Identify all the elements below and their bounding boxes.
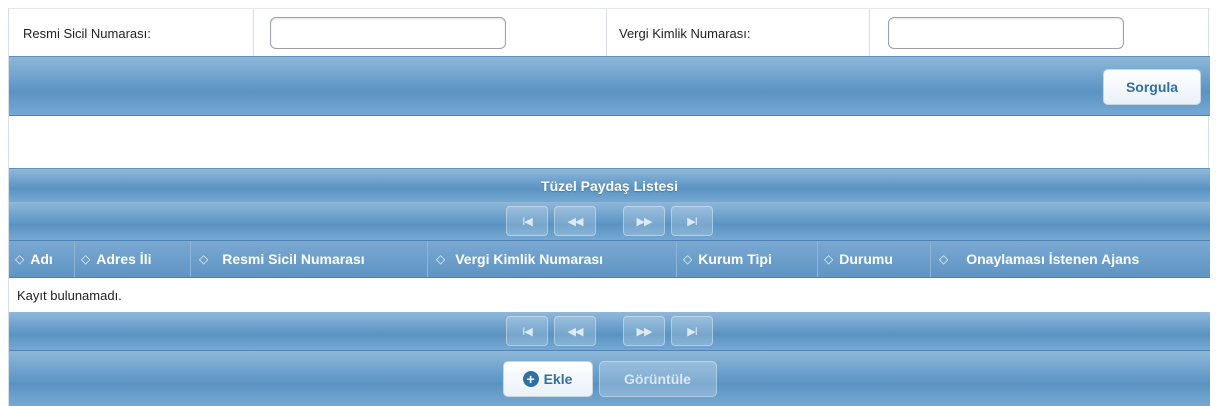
sicil-number-input[interactable]	[270, 17, 506, 49]
list-title: Tüzel Paydaş Listesi	[9, 168, 1210, 202]
table-header: ◇ Adı ◇ Adres İli ◇ Resmi Sicil Numarası…	[9, 240, 1210, 278]
column-header-vergi[interactable]: ◇ Vergi Kimlik Numarası	[428, 241, 677, 277]
add-button[interactable]: + Ekle	[502, 360, 593, 397]
query-toolbar: Sorgula	[9, 56, 1210, 116]
sorgula-button[interactable]: Sorgula	[1103, 69, 1201, 105]
column-header-durumu[interactable]: ◇ Durumu	[818, 241, 931, 277]
column-label: Durumu	[839, 251, 893, 267]
tax-number-input[interactable]	[888, 17, 1124, 49]
tax-number-label: Vergi Kimlik Numarası:	[607, 9, 870, 57]
empty-message: Kayıt bulunamadı.	[9, 278, 1210, 312]
column-label: Onaylaması İstenen Ajans	[966, 251, 1140, 267]
sicil-number-cell	[254, 9, 607, 57]
sort-icon: ◇	[824, 252, 834, 266]
pager-bottom: I◀ ◀◀ ▶▶ ▶I	[9, 312, 1210, 350]
plus-circle-icon: +	[522, 370, 539, 387]
sort-icon: ◇	[683, 252, 693, 266]
prev-page-button[interactable]: ◀◀	[554, 316, 596, 346]
next-page-button[interactable]: ▶▶	[623, 206, 665, 236]
column-label: Adı	[30, 251, 53, 267]
view-button[interactable]: Görüntüle	[598, 360, 717, 397]
sort-icon: ◇	[15, 252, 25, 266]
column-header-ajans[interactable]: ◇ Onaylaması İstenen Ajans	[931, 241, 1210, 277]
tuzel-paydas-panel: Resmi Sicil Numarası: Vergi Kimlik Numar…	[8, 8, 1210, 406]
sort-icon: ◇	[199, 252, 209, 266]
sort-icon: ◇	[81, 252, 91, 266]
column-label: Adres İli	[96, 251, 152, 267]
tax-number-cell	[870, 9, 1210, 57]
sort-icon: ◇	[436, 252, 446, 266]
search-form-row: Resmi Sicil Numarası: Vergi Kimlik Numar…	[9, 8, 1210, 57]
sort-icon: ◇	[939, 252, 949, 266]
last-page-button[interactable]: ▶I	[671, 206, 713, 236]
first-page-button[interactable]: I◀	[506, 206, 548, 236]
last-page-button[interactable]: ▶I	[671, 316, 713, 346]
action-toolbar: + Ekle Görüntüle	[9, 350, 1210, 406]
column-label: Kurum Tipi	[698, 251, 772, 267]
pager-top: I◀ ◀◀ ▶▶ ▶I	[9, 202, 1210, 240]
column-header-sicil[interactable]: ◇ Resmi Sicil Numarası	[191, 241, 428, 277]
column-label: Vergi Kimlik Numarası	[455, 251, 604, 267]
column-header-adi[interactable]: ◇ Adı	[9, 241, 75, 277]
column-label: Resmi Sicil Numarası	[222, 251, 365, 267]
column-header-adres-ili[interactable]: ◇ Adres İli	[75, 241, 191, 277]
add-button-label: Ekle	[543, 370, 573, 387]
prev-page-button[interactable]: ◀◀	[554, 206, 596, 236]
sicil-number-label: Resmi Sicil Numarası:	[9, 9, 254, 57]
first-page-button[interactable]: I◀	[506, 316, 548, 346]
column-header-kurum-tipi[interactable]: ◇ Kurum Tipi	[677, 241, 818, 277]
next-page-button[interactable]: ▶▶	[623, 316, 665, 346]
